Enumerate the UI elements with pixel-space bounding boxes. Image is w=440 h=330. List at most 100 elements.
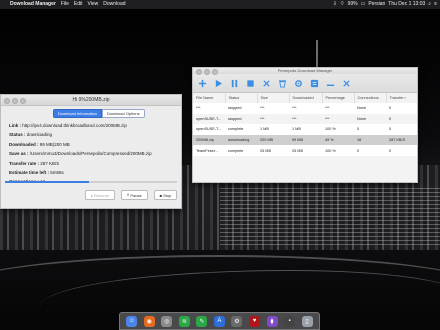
clock[interactable]: Thu Dec 1 13:03 (388, 0, 425, 9)
menu-app-name[interactable]: Download Manager (10, 0, 56, 9)
cell-file-name: *** (196, 106, 201, 111)
col-downloaded[interactable]: Downloaded (289, 93, 323, 103)
cell-transfer-rate: 0 (389, 116, 392, 121)
table-row[interactable]: *** stopped *** *** *** None 0 (193, 103, 417, 114)
battery-icon[interactable]: ▭ (361, 0, 366, 9)
tab-download-options[interactable]: Download Options (101, 109, 145, 118)
minimize-tray-icon[interactable] (325, 78, 335, 88)
col-connections[interactable]: Connections (354, 93, 387, 103)
download-info: Link : http://ipv4.download.thinkbroadba… (9, 121, 152, 187)
firefox-icon[interactable]: ◉ (143, 315, 155, 327)
user-name[interactable]: Persian (368, 0, 385, 9)
appstore-icon[interactable]: A (213, 315, 225, 327)
remove-icon[interactable] (261, 78, 271, 88)
info-time-left: Estimate time left : 6m58s (9, 170, 64, 176)
stop-button[interactable]: ■ Stop (153, 190, 178, 200)
info-link: Link : http://ipv4.download.thinkbroadba… (9, 123, 127, 128)
cell-downloaded: 25 MB (292, 148, 303, 153)
info-save-as: Save as : /Users/mmu3/Downloads/Persepol… (9, 151, 152, 157)
cell-percentage: *** (325, 106, 330, 111)
downloads-table: File Name Status Size Downloaded Percent… (193, 93, 417, 156)
settings-gear-icon[interactable] (293, 78, 303, 88)
cell-file-name: openSUSE-T... (196, 127, 222, 132)
manager-toolbar (193, 74, 417, 93)
exit-icon[interactable] (341, 78, 351, 88)
menu-file[interactable]: File (61, 0, 69, 9)
info-downloaded: Downloaded : 99 MB(200 MB (9, 141, 70, 147)
cell-percentage: *** (325, 116, 330, 121)
titlebar: Hi 9%200MB.zip (1, 95, 181, 106)
info-transfer-rate: Transfer rate : 287 KB/S (9, 160, 60, 166)
safari-icon[interactable]: ◎ (161, 315, 173, 327)
battery-level[interactable]: 99% (348, 0, 358, 9)
col-status[interactable]: Status (225, 93, 258, 103)
cell-size: 1 MB (260, 127, 269, 132)
trash-icon[interactable] (277, 78, 287, 88)
cell-status: downloading (228, 138, 250, 143)
resume-icon[interactable] (213, 78, 223, 88)
red-app-icon[interactable]: ♥ (248, 315, 260, 327)
cell-percentage: 49 % (325, 138, 334, 143)
wifi-icon[interactable]: ⌔ (340, 0, 345, 9)
cell-connections: 0 (357, 148, 360, 153)
menu-edit[interactable]: Edit (74, 0, 83, 9)
cell-status: complete (228, 148, 244, 153)
download-progress-bar (5, 181, 177, 183)
manager-titlebar: Persepolis Download Manager (193, 68, 417, 75)
terminal-icon[interactable]: ▪ (284, 315, 296, 327)
cell-downloaded: 1 MB (292, 127, 301, 132)
menu-download[interactable]: Download (103, 0, 125, 9)
cell-transfer-rate: 0 (389, 127, 392, 132)
table-row[interactable]: openSUSE-T... stopped *** *** *** None 0 (193, 113, 417, 125)
cell-status: stopped (228, 116, 242, 121)
finder-icon[interactable]: ☺ (126, 315, 138, 327)
search-icon[interactable]: ⌕ (428, 0, 431, 9)
download-progress-window: Hi 9%200MB.zip Download Information Down… (0, 94, 182, 209)
purple-app-icon[interactable]: ⧫ (266, 315, 278, 327)
cell-percentage: 100 % (325, 127, 336, 132)
cell-transfer-rate: 287 KB/S (389, 138, 406, 143)
add-download-icon[interactable] (197, 78, 207, 88)
cell-file-name: TeamFeser... (196, 148, 218, 153)
cell-downloaded: 99 MB (292, 138, 303, 143)
cell-transfer-rate: 0 (389, 148, 392, 153)
cell-transfer-rate: 0 (389, 106, 392, 111)
properties-icon[interactable] (309, 78, 319, 88)
window-title: Hi 9%200MB.zip (72, 97, 110, 103)
table-row[interactable]: 200MB.zip downloading 200 MB 99 MB 49 % 16 287… (193, 134, 417, 146)
cell-file-name: 200MB.zip (196, 138, 214, 143)
menu-view[interactable]: View (88, 0, 99, 9)
cell-status: complete (228, 127, 244, 132)
cell-size: *** (260, 116, 265, 121)
menu-list-icon[interactable]: ≡ (434, 0, 437, 9)
stop-icon: ■ (159, 192, 163, 198)
cell-status: stopped (228, 106, 242, 111)
col-percentage[interactable]: Percentage (322, 93, 355, 103)
col-file-name[interactable]: File Name (193, 93, 226, 103)
stop-icon[interactable] (245, 78, 255, 88)
cell-connections: None (357, 116, 367, 121)
tray-download-icon[interactable]: ⇩ (333, 0, 337, 9)
table-row[interactable]: TeamFeser... complete 25 MB 25 MB 100 % 0 0 (193, 145, 417, 156)
table-row[interactable]: openSUSE-T... complete 1 MB 1 MB 100 % 0 0 (193, 124, 417, 135)
spotify-icon[interactable]: ≋ (178, 315, 190, 327)
cell-downloaded: *** (292, 106, 297, 111)
download-manager-window: Persepolis Download Manager File Name St… (192, 67, 418, 183)
resume-button[interactable]: ▸ Resume (85, 190, 115, 200)
cell-connections: 0 (357, 127, 360, 132)
progress-fill (5, 181, 90, 183)
pause-button[interactable]: ॥ Pause (120, 190, 148, 200)
preferences-icon[interactable]: ⚙ (231, 315, 243, 327)
play-icon: ▸ (91, 192, 94, 198)
pause-icon[interactable] (229, 78, 239, 88)
info-status: Status : downloading (9, 132, 53, 138)
cell-size: 25 MB (260, 148, 271, 153)
col-transfer-rate[interactable]: Transfer r (386, 93, 417, 103)
cell-size: *** (260, 106, 265, 111)
cell-connections: 16 (357, 138, 362, 143)
trash-dock-icon[interactable]: ▯ (301, 315, 313, 327)
menu-bar: Download Manager File Edit View Download… (0, 0, 440, 9)
col-size[interactable]: Size (257, 93, 290, 103)
green-app-icon[interactable]: ✎ (196, 315, 208, 327)
tab-download-information[interactable]: Download Information (53, 109, 102, 118)
